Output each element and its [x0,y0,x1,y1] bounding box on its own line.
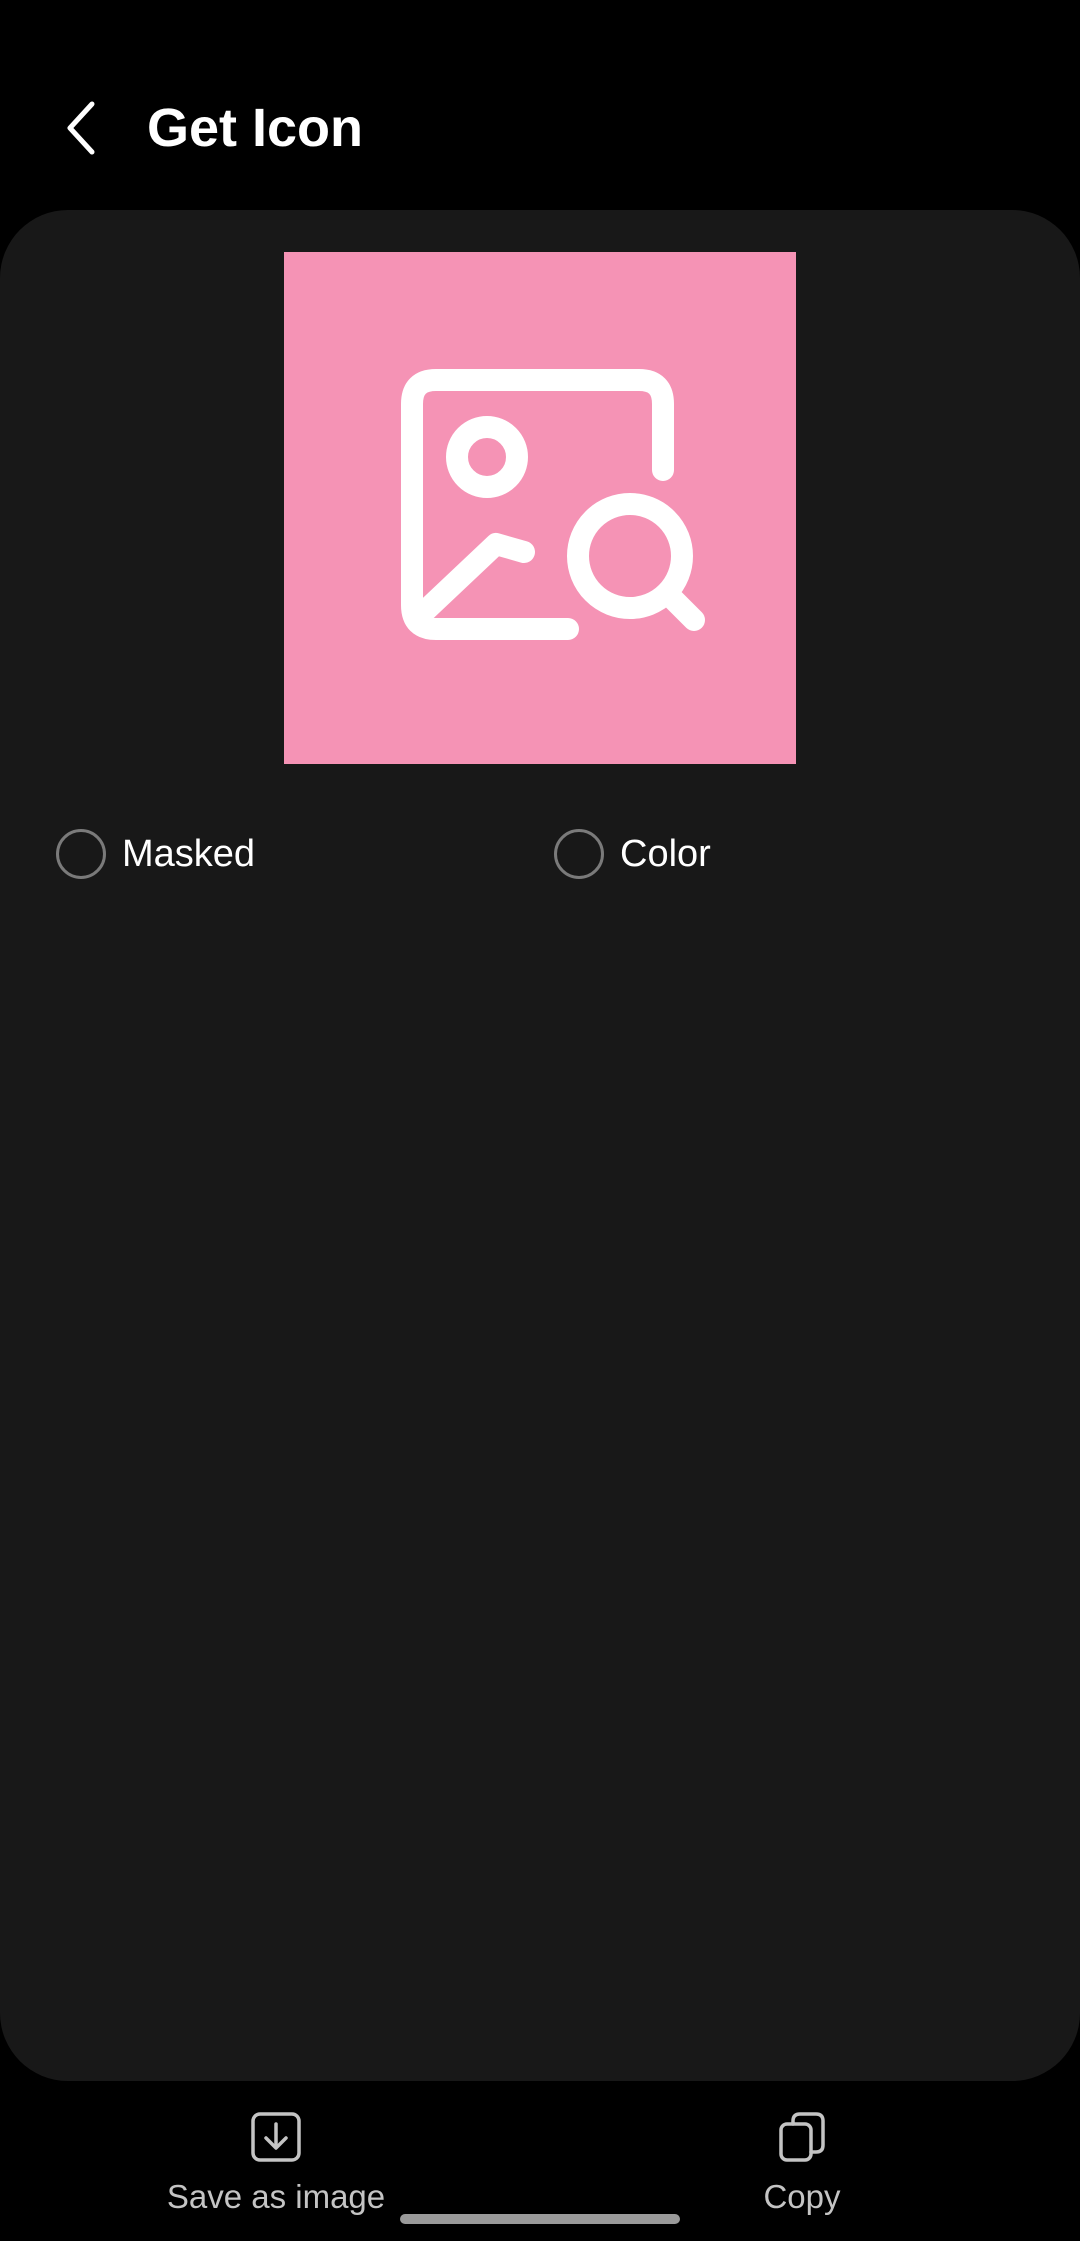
option-color-label: Color [620,833,711,875]
option-color[interactable]: Color [554,816,711,892]
option-masked[interactable]: Masked [56,816,255,892]
chevron-left-icon [67,101,95,155]
option-masked-label: Masked [122,833,256,875]
home-indicator[interactable] [400,2214,680,2224]
back-button[interactable] [50,90,114,166]
copy-button[interactable]: Copy [702,2107,902,2217]
radio-color[interactable] [554,829,604,879]
copy-icon [772,2107,832,2167]
icon-preview [284,252,796,764]
copy-label: Copy [763,2178,841,2215]
content-card: Masked Color [0,210,1080,2081]
page-title: Get Icon [147,98,364,158]
save-as-image-button[interactable]: Save as image [140,2107,412,2217]
save-as-image-label: Save as image [166,2178,386,2215]
image-search-icon [401,369,705,640]
radio-masked[interactable] [56,829,106,879]
header: Get Icon [0,0,1080,210]
download-icon [246,2107,306,2167]
